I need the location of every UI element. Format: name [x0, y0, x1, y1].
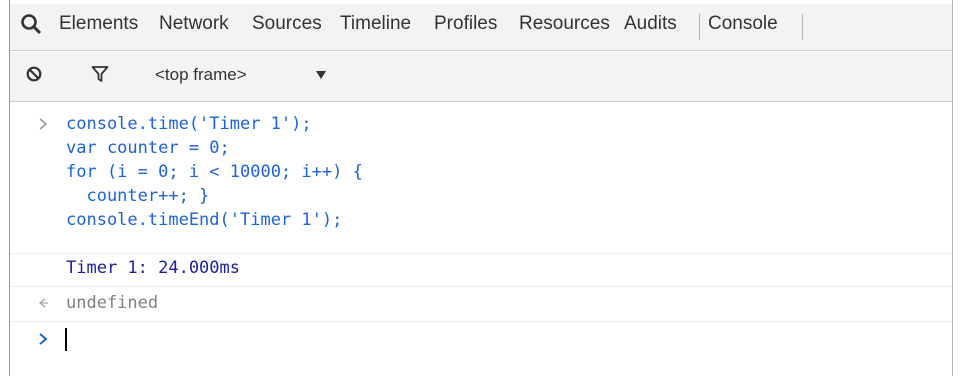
console-log-message: Timer 1: 24.000ms [66, 258, 240, 278]
tab-profiles[interactable]: Profiles [434, 12, 497, 38]
frame-selector[interactable]: <top frame> [155, 62, 247, 88]
filter-icon[interactable] [91, 65, 109, 83]
right-border [952, 0, 953, 376]
tab-timeline[interactable]: Timeline [340, 12, 411, 38]
search-icon[interactable] [20, 13, 42, 35]
console-input-line: console.timeEnd('Timer 1'); [66, 210, 343, 230]
clear-console-icon[interactable] [26, 66, 42, 82]
console-input-line: var counter = 0; [66, 138, 230, 158]
tab-elements[interactable]: Elements [59, 12, 138, 38]
console-toolbar [10, 52, 952, 102]
row-divider [10, 321, 952, 322]
console-input-line: for (i = 0; i < 10000; i++) { [66, 162, 363, 182]
row-divider [10, 286, 952, 287]
input-prompt-icon [39, 118, 48, 130]
tab-audits[interactable]: Audits [624, 12, 677, 38]
text-cursor [65, 328, 67, 351]
console-input-line: counter++; } [66, 186, 210, 206]
input-prompt-icon [39, 333, 48, 345]
row-divider [10, 253, 952, 254]
return-arrow-icon [38, 298, 48, 308]
tab-separator [802, 14, 803, 40]
console-input-line: console.time('Timer 1'); [66, 114, 312, 134]
tab-separator [699, 14, 700, 40]
devtools-window: Elements Network Sources Timeline Profil… [0, 0, 961, 376]
tab-network[interactable]: Network [159, 12, 229, 38]
console-return-value: undefined [66, 293, 159, 313]
tab-console[interactable]: Console [708, 12, 778, 38]
tab-sources[interactable]: Sources [252, 12, 322, 38]
chevron-down-icon[interactable] [315, 70, 327, 80]
tab-resources[interactable]: Resources [519, 12, 610, 38]
